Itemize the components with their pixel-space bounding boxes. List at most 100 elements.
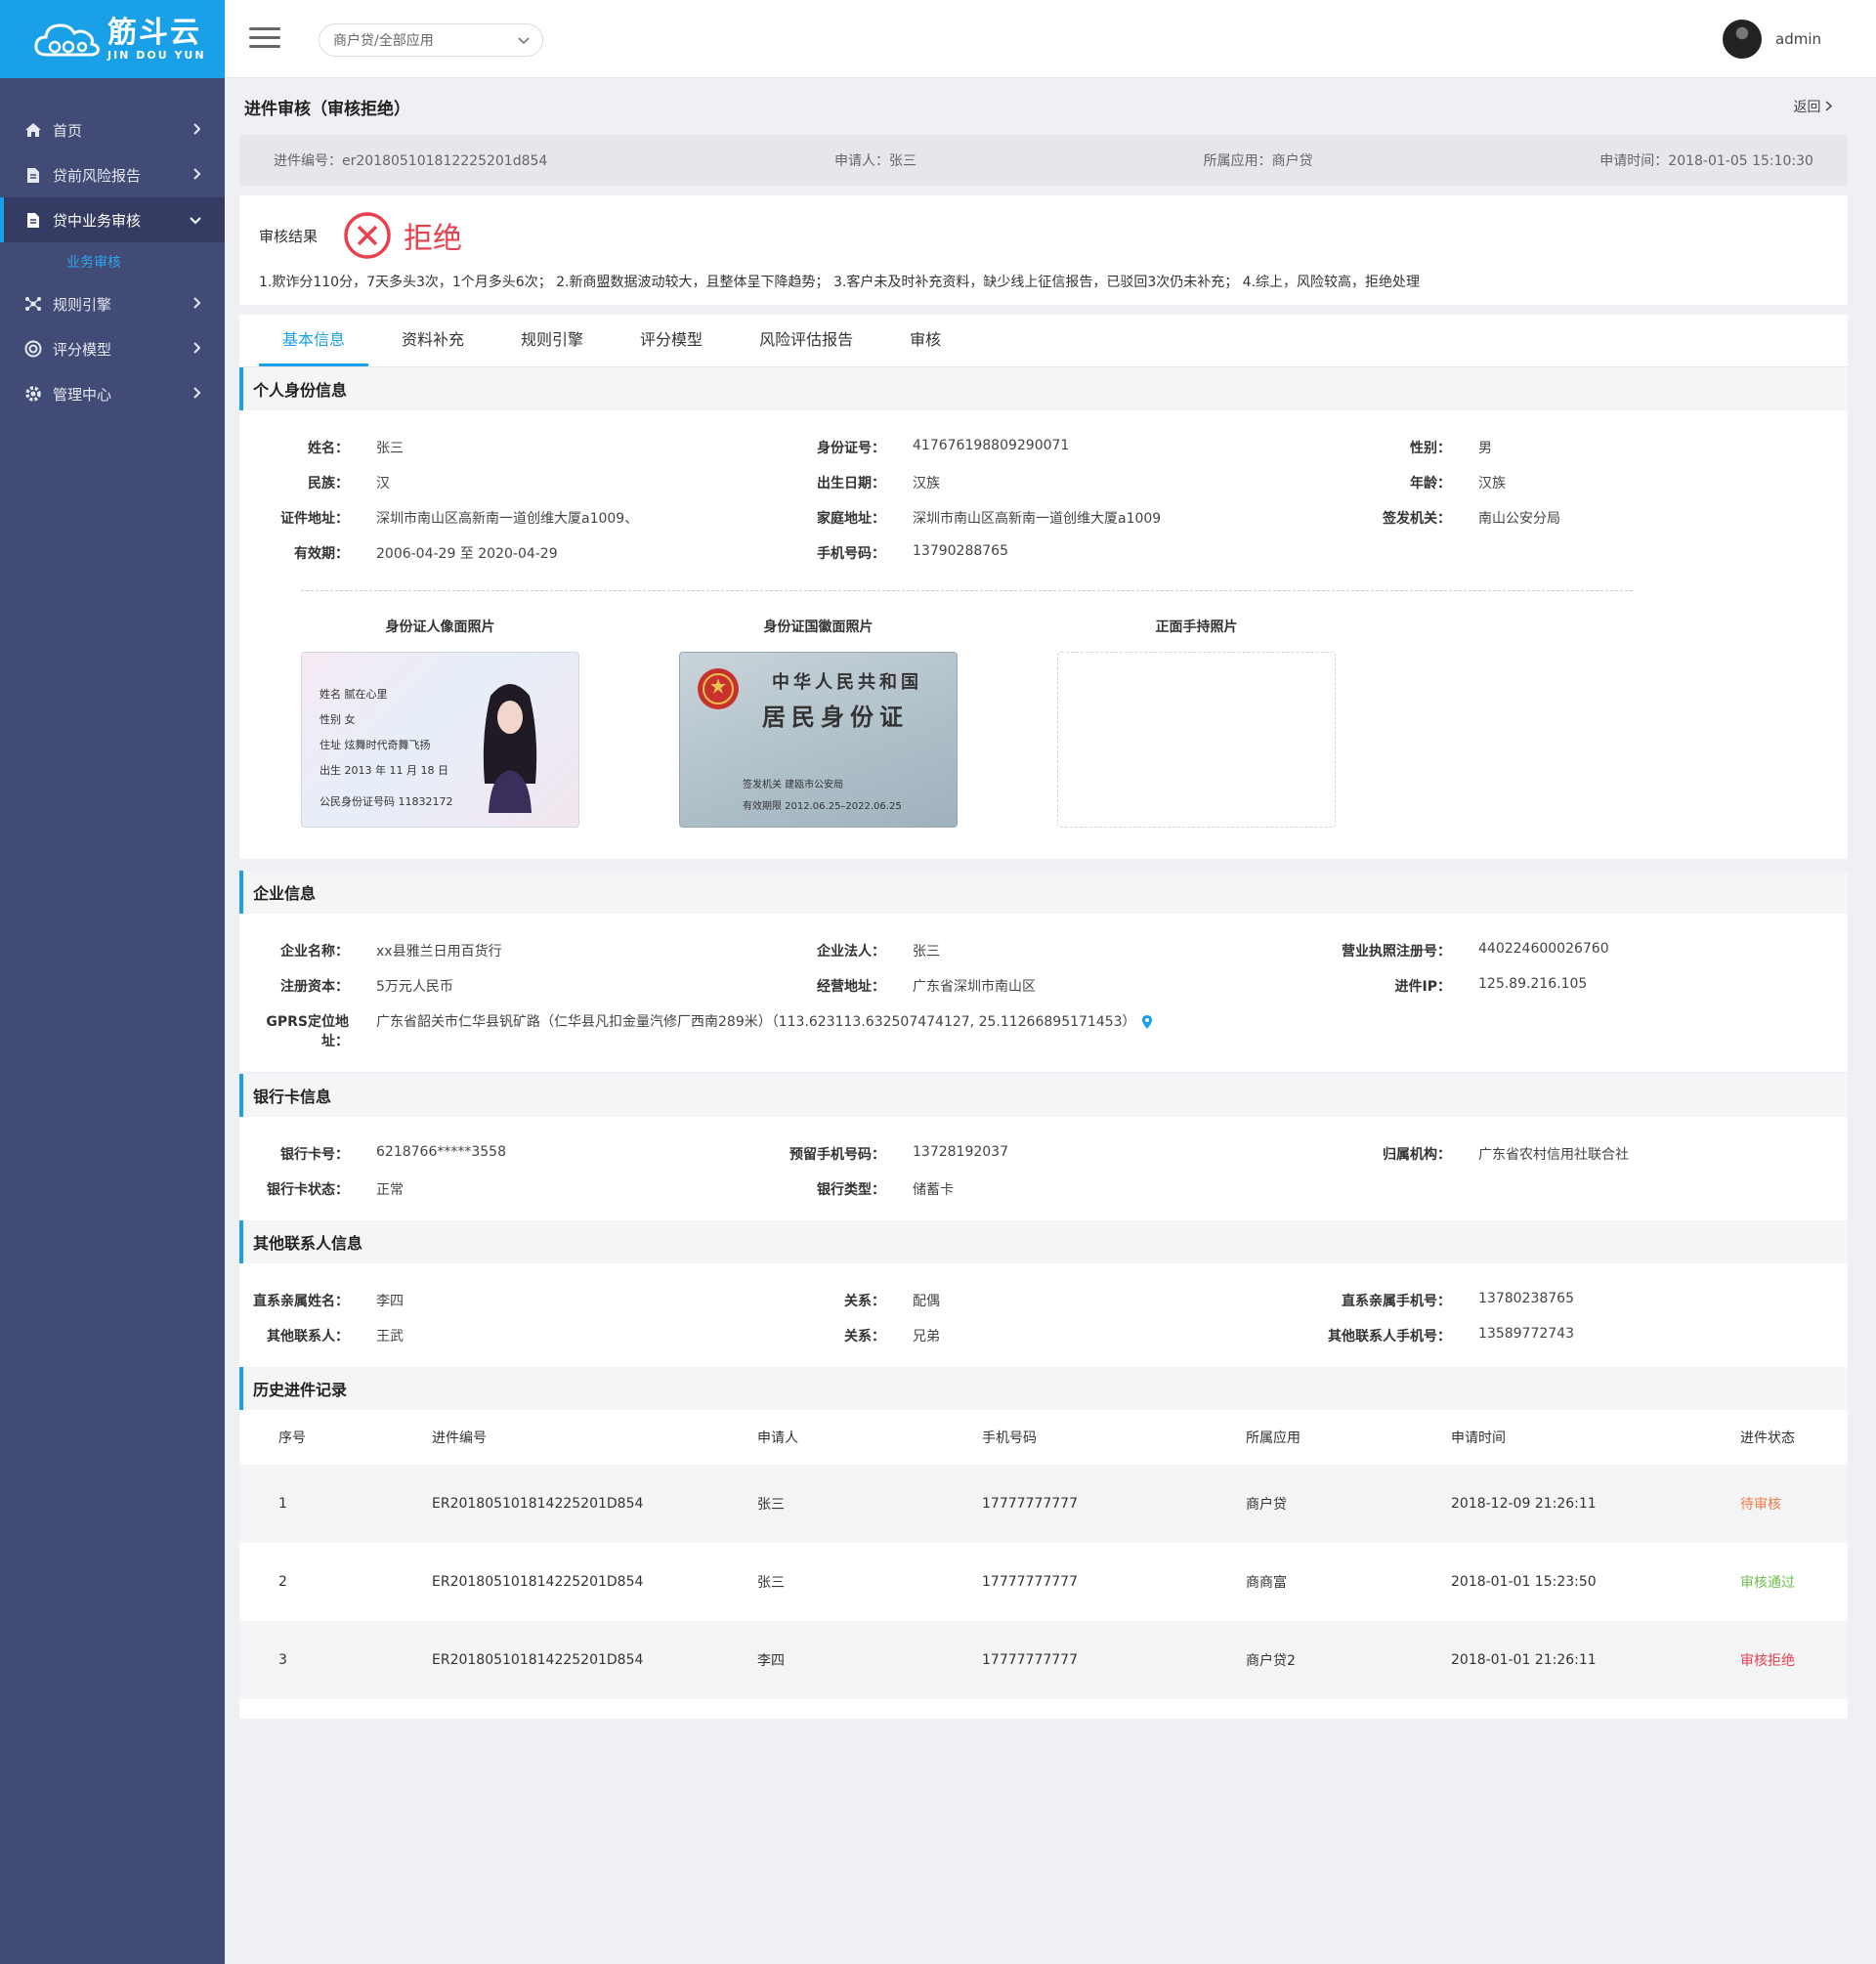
field-value bbox=[1478, 1179, 1848, 1199]
field-label: 年龄： bbox=[1410, 476, 1451, 491]
table-cell: 2018-01-01 21:26:11 bbox=[1451, 1652, 1597, 1668]
id-back-image[interactable]: 中华人民共和国 居民身份证 签发机关 建瓯市公安局 有效期限 2012.06.2… bbox=[679, 652, 958, 828]
bank-info-grid: 银行卡号： 6218766*****3558 预留手机号码： 13728192037… bbox=[239, 1144, 1848, 1199]
field-label: 银行类型： bbox=[817, 1182, 885, 1198]
bank-info-section: 银行卡号： 6218766*****3558 预留手机号码： 13728192037… bbox=[239, 1117, 1848, 1220]
page-title: 进件审核（审核拒绝） bbox=[244, 99, 410, 119]
photo-caption: 身份证人像面照片 bbox=[385, 619, 495, 635]
sidebar-item-home[interactable]: 首页 bbox=[0, 107, 225, 152]
chevron-down-icon bbox=[190, 211, 201, 229]
app-select[interactable]: 商户贷/全部应用 bbox=[319, 23, 543, 57]
status-badge: 审核拒绝 bbox=[1740, 1653, 1795, 1669]
id-front-image[interactable]: 姓名 腻在心里 性别 女 住址 炫舞时代奇舞飞扬 出生 2013 年 11 月 … bbox=[301, 652, 579, 828]
status-badge: 待审核 bbox=[1740, 1497, 1781, 1513]
field-value: 13589772743 bbox=[1478, 1326, 1574, 1342]
field-label: 经营地址： bbox=[817, 979, 885, 995]
chevron-right-icon bbox=[193, 295, 201, 313]
sidebar-item-inloan-review[interactable]: 贷中业务审核 bbox=[0, 197, 225, 242]
handheld-photo[interactable]: 正面手持照片 bbox=[1057, 617, 1336, 828]
table-cell: 商户贷 bbox=[1246, 1497, 1287, 1513]
field-value: 正常 bbox=[376, 1182, 404, 1198]
id-front-idno: 公民身份证号码 11832172 bbox=[320, 795, 453, 808]
table-cell: 商商富 bbox=[1246, 1575, 1287, 1591]
location-pin-icon[interactable] bbox=[1141, 1015, 1152, 1029]
table-cell: 商户贷2 bbox=[1246, 1653, 1296, 1669]
table-cell: 17777777777 bbox=[982, 1652, 1078, 1668]
brand-name: 筋斗云 bbox=[107, 15, 201, 50]
column-header: 申请人 bbox=[757, 1430, 798, 1446]
brand-logo[interactable]: 筋斗云 JIN DOU YUN bbox=[0, 0, 225, 78]
id-front-name: 姓名 腻在心里 bbox=[320, 688, 388, 701]
tab-basic-info[interactable]: 基本信息 bbox=[259, 315, 369, 366]
tab-risk-report[interactable]: 风险评估报告 bbox=[736, 315, 876, 366]
document-icon bbox=[23, 210, 43, 230]
sidebar-item-preloan-report[interactable]: 贷前风险报告 bbox=[0, 152, 225, 197]
table-row[interactable]: 2 ER2018051018142252​01D854 张三 177777777… bbox=[239, 1543, 1848, 1621]
tab-supplement[interactable]: 资料补充 bbox=[378, 315, 488, 366]
application-info-bar: 进件编号：er2018051018122252​01d854 申请人：张三 所属… bbox=[239, 135, 1848, 186]
field-value: 储蓄卡 bbox=[913, 1182, 954, 1198]
field-label: 银行卡状态： bbox=[267, 1182, 349, 1198]
sidebar-item-admin-center[interactable]: 管理中心 bbox=[0, 371, 225, 416]
field-label: 出生日期： bbox=[817, 476, 885, 491]
review-result-label: 审核结果 bbox=[259, 227, 319, 245]
field-label: 其他联系人手机号： bbox=[1328, 1329, 1451, 1345]
field-value: 13790288765 bbox=[913, 543, 1008, 559]
detail-tabs: 基本信息 资料补充 规则引擎 评分模型 风险评估报告 审核 bbox=[239, 315, 1848, 367]
field-value: 广东省农村信用社联合社 bbox=[1478, 1147, 1629, 1163]
field-label: 银行卡号： bbox=[280, 1147, 349, 1163]
field-label: 预留手机号码： bbox=[789, 1147, 885, 1163]
sidebar-item-rule-engine[interactable]: 规则引擎 bbox=[0, 281, 225, 326]
field-value bbox=[1478, 543, 1848, 563]
review-reason: 1.欺诈分110分，7天多头3次，1个月多头6次； 2.新商盟数据波动较大，且整… bbox=[259, 275, 1421, 290]
handheld-image-placeholder[interactable] bbox=[1057, 652, 1336, 828]
sidebar-item-label: 规则引擎 bbox=[53, 295, 112, 314]
column-header: 进件状态 bbox=[1740, 1430, 1795, 1446]
field-label: 企业法人： bbox=[817, 944, 885, 960]
tab-review[interactable]: 审核 bbox=[886, 315, 964, 366]
sidebar-item-label: 首页 bbox=[53, 121, 83, 140]
field-label: GPRS定位地址： bbox=[266, 1014, 349, 1049]
sidebar-menu: 首页 贷前风险报告 贷中业务审核 业务审核 规则引擎 评分模型 管理中心 bbox=[0, 107, 225, 416]
sidebar-subitem-business-review[interactable]: 业务审核 bbox=[0, 242, 225, 281]
reject-x-icon bbox=[344, 212, 391, 259]
column-header: 申请时间 bbox=[1451, 1430, 1506, 1446]
cloud-logo-icon bbox=[34, 23, 100, 57]
photo-caption: 正面手持照片 bbox=[1155, 619, 1238, 635]
avatar[interactable] bbox=[1723, 20, 1762, 59]
field-label: 归属机构： bbox=[1383, 1147, 1451, 1163]
table-cell: 李四 bbox=[757, 1653, 785, 1669]
tab-score-model[interactable]: 评分模型 bbox=[617, 315, 726, 366]
table-row[interactable]: 1 ER2018051018142252​01D854 张三 177777777… bbox=[239, 1465, 1848, 1543]
table-cell: ER2018051018142252​01D854 bbox=[432, 1652, 644, 1668]
field-label: 性别： bbox=[1410, 441, 1451, 456]
table-cell: 2018-01-01 15:23:50 bbox=[1451, 1574, 1597, 1590]
company-info-grid: 企业名称： xx县雅兰日用百货行 企业法人： 张三 营业执照注册号： 44022460… bbox=[239, 941, 1848, 1050]
tab-rule-engine[interactable]: 规则引擎 bbox=[497, 315, 607, 366]
id-back-photo[interactable]: 身份证国徽面照片 中华人民共和国 居民身份证 签发机关 建瓯市公安局 有效期限 … bbox=[679, 617, 958, 828]
column-header: 所属应用 bbox=[1246, 1430, 1300, 1446]
app-select-value: 商户贷/全部应用 bbox=[333, 33, 434, 49]
table-cell: 2018-12-09 21:26:11 bbox=[1451, 1496, 1597, 1512]
table-footer-spacer bbox=[239, 1699, 1848, 1719]
id-front-photo[interactable]: 身份证人像面照片 姓名 腻在心里 性别 女 住址 炫舞时代奇舞飞扬 出生 201… bbox=[301, 617, 579, 828]
gps-address-text: 广东省韶关市仁华县钒矿路（仁华县凡扣金量汽修厂西南289米）（113.62311… bbox=[376, 1014, 1136, 1030]
sidebar-item-label: 管理中心 bbox=[53, 385, 112, 404]
menu-toggle-icon[interactable] bbox=[249, 27, 280, 51]
user-menu[interactable]: admin bbox=[1723, 20, 1821, 59]
sidebar-item-score-model[interactable]: 评分模型 bbox=[0, 326, 225, 371]
sidebar-item-label: 贷中业务审核 bbox=[53, 211, 142, 230]
target-icon bbox=[23, 339, 43, 359]
field-label: 有效期： bbox=[294, 546, 349, 562]
application-code: 进件编号：er2018051018122252​01d854 bbox=[274, 153, 548, 169]
field-value: 5万元人民币 bbox=[376, 979, 453, 995]
table-cell: 张三 bbox=[757, 1497, 785, 1513]
table-cell: 3 bbox=[278, 1652, 287, 1668]
field-value: 深圳市南山区高新南一道创维大厦a1009 bbox=[913, 511, 1162, 527]
back-link[interactable]: 返回 bbox=[1794, 97, 1833, 116]
table-cell: ER2018051018142252​01D854 bbox=[432, 1496, 644, 1512]
field-label: 直系亲属手机号： bbox=[1342, 1294, 1451, 1309]
review-status: 拒绝 bbox=[404, 222, 463, 256]
field-value: 兄弟 bbox=[913, 1329, 940, 1345]
table-row[interactable]: 3 ER2018051018142252​01D854 李四 177777777… bbox=[239, 1621, 1848, 1699]
